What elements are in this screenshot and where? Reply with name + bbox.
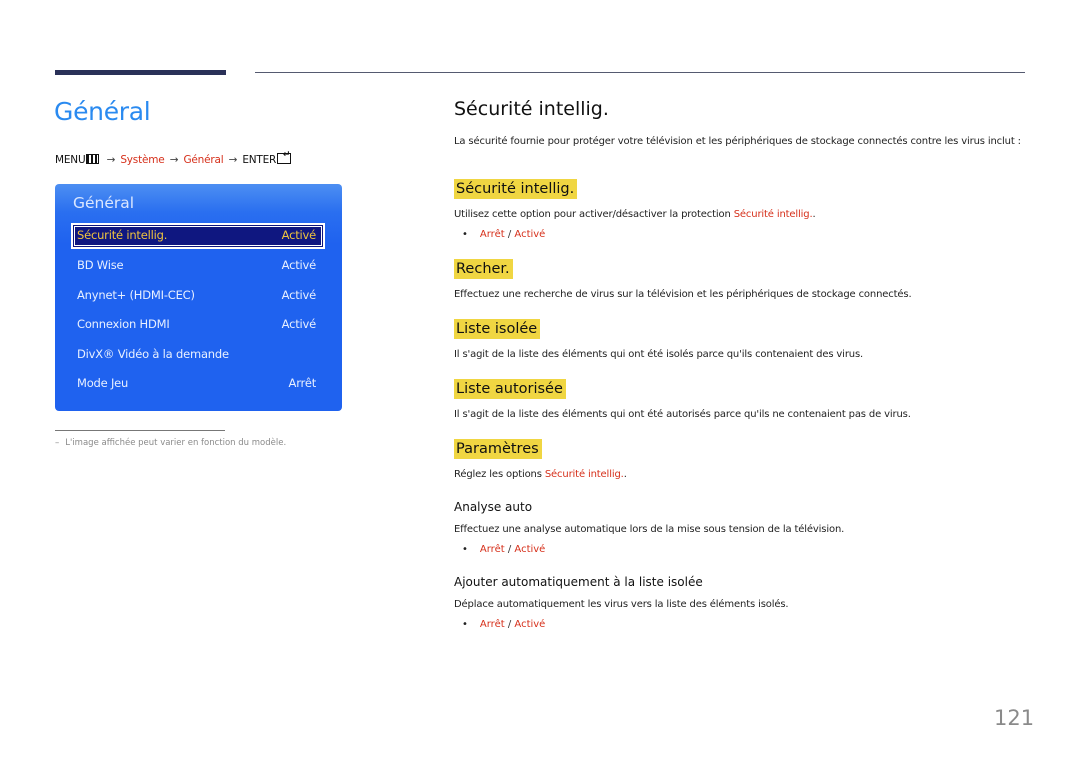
menu-item-bd-wise[interactable]: BD Wise Activé (71, 253, 325, 279)
menu-item-label: Sécurité intellig. (77, 228, 168, 242)
menu-item-connexion-hdmi[interactable]: Connexion HDMI Activé (71, 312, 325, 338)
enter-return-icon (277, 150, 292, 164)
menu-item-securite-intellig[interactable]: Sécurité intellig. Activé (71, 223, 325, 249)
liste-isolee-desc: Il s'agit de la liste des éléments qui o… (454, 349, 864, 360)
desc-suffix: . (623, 469, 627, 480)
menu-item-divx-vod[interactable]: DivX® Vidéo à la demande (71, 342, 325, 368)
option-on: Activé (514, 544, 546, 555)
desc-link: Sécurité intellig. (733, 209, 813, 220)
arrow-icon: → (169, 154, 179, 166)
heading-securite-intellig: Sécurité intellig. (454, 179, 578, 199)
footnote-divider (55, 430, 225, 431)
footnote: – L'image affichée peut varier en fonctio… (55, 438, 286, 448)
recher-desc: Effectuez une recherche de virus sur la … (454, 289, 912, 300)
footnote-text: L'image affichée peut varier en fonction… (65, 438, 287, 448)
menu-item-value: Activé (281, 317, 317, 331)
analyse-auto-desc: Effectuez une analyse automatique lors d… (454, 524, 845, 535)
menu-item-label: Anynet+ (HDMI-CEC) (77, 288, 195, 302)
option-on: Activé (514, 229, 546, 240)
header-rule-thick (55, 70, 226, 75)
analyse-auto-options: • Arrêt / Activé (462, 544, 545, 555)
option-off: Arrêt (479, 229, 505, 240)
menu-item-value: Arrêt (288, 376, 317, 390)
option-separator: / (507, 619, 512, 630)
section-title: Sécurité intellig. (454, 98, 609, 120)
desc-text: Utilisez cette option pour activer/désac… (454, 209, 734, 220)
desc-text: Réglez les options (454, 469, 545, 480)
menu-item-label: DivX® Vidéo à la demande (77, 347, 229, 361)
option-separator: / (507, 229, 512, 240)
breadcrumb: MENU → Système → Général → ENTER (55, 150, 292, 166)
bullet-icon: • (462, 229, 468, 240)
option-separator: / (507, 544, 512, 555)
liste-autorisee-desc: Il s'agit de la liste des éléments qui o… (454, 409, 911, 420)
header-rule-thin (255, 72, 1025, 73)
desc-suffix: . (812, 209, 816, 220)
page-number: 121 (994, 706, 1035, 730)
menu-item-value: Activé (281, 228, 317, 242)
securite-intellig-desc: Utilisez cette option pour activer/désac… (454, 209, 816, 220)
heading-parametres: Paramètres (454, 439, 542, 459)
breadcrumb-menu: MENU (55, 154, 86, 166)
option-off: Arrêt (479, 544, 505, 555)
menu-item-anynet[interactable]: Anynet+ (HDMI-CEC) Activé (71, 283, 325, 309)
general-menu-panel: Général Sécurité intellig. Activé BD Wis… (55, 184, 342, 411)
arrow-icon: → (228, 154, 238, 166)
securite-intellig-options: • Arrêt / Activé (462, 229, 545, 240)
menu-item-label: Connexion HDMI (77, 317, 170, 331)
parametres-desc: Réglez les options Sécurité intellig.. (454, 469, 627, 480)
option-on: Activé (514, 619, 546, 630)
breadcrumb-enter: ENTER (242, 154, 277, 166)
intro-text: La sécurité fournie pour protéger votre … (454, 136, 1021, 147)
option-off: Arrêt (479, 619, 505, 630)
heading-analyse-auto: Analyse auto (454, 500, 533, 514)
menu-item-value: Activé (281, 258, 317, 272)
menu-item-label: BD Wise (77, 258, 124, 272)
arrow-icon: → (106, 154, 116, 166)
heading-recher: Recher. (454, 259, 513, 279)
bullet-icon: • (462, 544, 468, 555)
ajouter-auto-options: • Arrêt / Activé (462, 619, 545, 630)
menu-item-mode-jeu[interactable]: Mode Jeu Arrêt (71, 371, 325, 397)
desc-link: Sécurité intellig. (544, 469, 624, 480)
panel-title: Général (73, 194, 135, 212)
menu-item-label: Mode Jeu (77, 376, 129, 390)
page-title: Général (54, 97, 151, 126)
breadcrumb-general: Général (183, 154, 224, 166)
menu-item-value: Activé (281, 288, 317, 302)
bullet-icon: • (462, 619, 468, 630)
footnote-dash: – (55, 438, 60, 448)
heading-ajouter-auto-liste-isolee: Ajouter automatiquement à la liste isolé… (454, 575, 703, 589)
menu-grid-icon (86, 154, 100, 164)
heading-liste-isolee: Liste isolée (454, 319, 541, 339)
breadcrumb-systeme: Système (120, 154, 165, 166)
ajouter-auto-desc: Déplace automatiquement les virus vers l… (454, 599, 789, 610)
heading-liste-autorisee: Liste autorisée (454, 379, 566, 399)
